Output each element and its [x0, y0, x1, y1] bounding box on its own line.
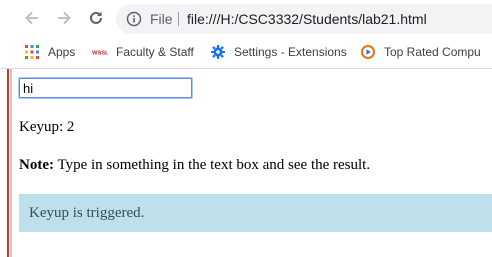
gear-icon	[210, 44, 226, 60]
play-circle-icon	[360, 44, 376, 60]
page-content: Keyup: 2 Note: Type in something in the …	[0, 69, 492, 257]
apps-grid-icon	[24, 44, 40, 60]
reload-button[interactable]	[84, 6, 108, 30]
forward-button[interactable]	[52, 6, 76, 30]
bookmarks-bar: Apps WSSU Faculty & Staff Settings - Ext…	[0, 37, 492, 68]
arrow-left-icon	[25, 11, 38, 25]
arrow-right-icon	[58, 11, 71, 25]
browser-chrome: File file:///H:/CSC3332/Students/lab21.h…	[0, 0, 492, 69]
bookmark-apps[interactable]: Apps	[24, 43, 75, 61]
bookmark-settings-extensions[interactable]: Settings - Extensions	[210, 43, 347, 61]
bookmark-label: Apps	[48, 45, 76, 59]
scheme-label: File	[150, 11, 173, 27]
bookmark-label: Faculty & Staff	[116, 45, 194, 59]
back-button[interactable]	[20, 6, 44, 30]
reload-icon	[90, 11, 102, 24]
keyup-alert: Keyup is triggered.	[19, 194, 492, 232]
left-grey-border	[10, 69, 12, 257]
address-separator	[178, 12, 179, 26]
bookmark-label: Settings - Extensions	[234, 45, 347, 59]
info-icon[interactable]	[126, 11, 142, 27]
text-input[interactable]	[19, 78, 192, 98]
left-accent-border	[7, 69, 9, 257]
svg-text:WSSU: WSSU	[92, 51, 108, 57]
note-paragraph: Note: Type in something in the text box …	[19, 157, 370, 174]
bookmark-faculty-staff[interactable]: WSSU Faculty & Staff	[92, 43, 194, 61]
note-text: Type in something in the text box and se…	[53, 157, 371, 173]
url-text[interactable]: file:///H:/CSC3332/Students/lab21.html	[187, 11, 427, 27]
bookmark-top-rated[interactable]: Top Rated Compu	[360, 43, 481, 61]
browser-toolbar: File file:///H:/CSC3332/Students/lab21.h…	[0, 0, 492, 37]
bookmark-label: Top Rated Compu	[384, 45, 481, 59]
wssu-logo-icon: WSSU	[92, 44, 108, 60]
note-label: Note:	[19, 157, 54, 173]
keyup-counter: Keyup: 2	[19, 119, 75, 135]
alert-text: Keyup is triggered.	[29, 205, 145, 221]
address-bar[interactable]: File file:///H:/CSC3332/Students/lab21.h…	[116, 4, 492, 34]
